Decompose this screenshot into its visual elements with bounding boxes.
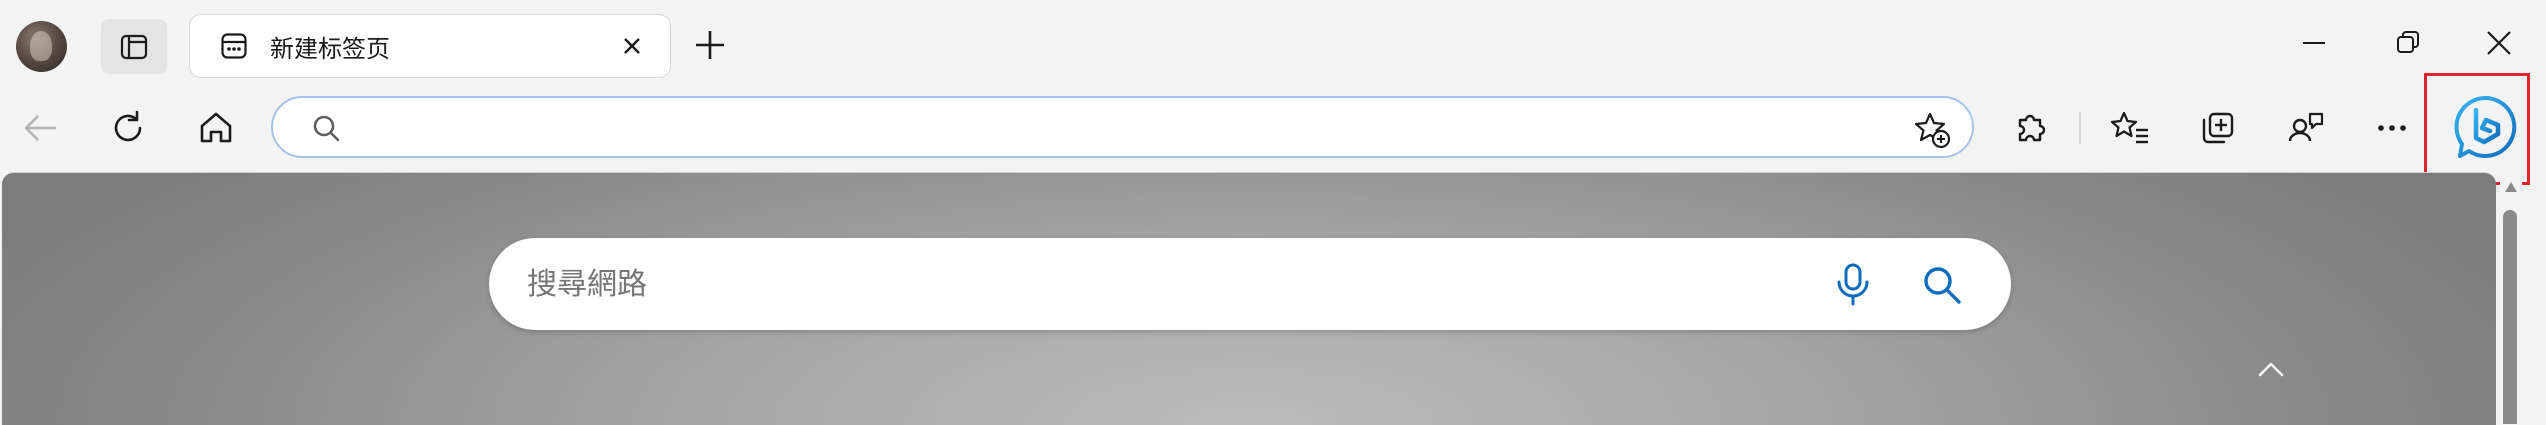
tab-new-tab[interactable]: 新建标签页	[189, 14, 671, 78]
web-search-box[interactable]	[489, 238, 2011, 330]
add-favorite-icon[interactable]	[1913, 111, 1951, 149]
profile-avatar[interactable]	[16, 21, 67, 72]
home-icon[interactable]	[196, 108, 236, 148]
minimize-icon[interactable]	[2299, 28, 2329, 58]
address-bar[interactable]	[271, 96, 1974, 158]
address-input[interactable]	[353, 106, 1857, 152]
scroll-up-arrow-icon[interactable]	[2503, 180, 2519, 194]
search-icon	[313, 115, 340, 142]
plus-icon[interactable]	[692, 27, 728, 63]
back-arrow-icon[interactable]	[20, 108, 60, 148]
collections-icon[interactable]	[2198, 108, 2238, 148]
tab-favicon-icon	[221, 33, 247, 59]
favorites-icon[interactable]	[2110, 108, 2150, 148]
profile-icon[interactable]	[2286, 108, 2326, 148]
refresh-icon[interactable]	[108, 108, 148, 148]
toolbar-divider	[2079, 112, 2081, 144]
tab-actions-icon	[120, 34, 148, 59]
tab-actions-button[interactable]	[101, 19, 167, 74]
microphone-icon[interactable]	[1833, 262, 1873, 306]
close-icon[interactable]	[622, 36, 642, 56]
more-icon[interactable]	[2372, 108, 2412, 148]
extensions-icon[interactable]	[2010, 108, 2050, 148]
close-window-icon[interactable]	[2484, 28, 2514, 58]
copilot-highlight-box	[2424, 73, 2530, 185]
search-icon[interactable]	[1921, 264, 1963, 306]
web-search-input[interactable]	[525, 258, 1729, 312]
scrollbar-thumb[interactable]	[2503, 210, 2517, 424]
new-tab-page	[2, 172, 2496, 425]
restore-icon[interactable]	[2393, 28, 2423, 58]
chevron-up-icon[interactable]	[2256, 359, 2286, 379]
tab-title: 新建标签页	[270, 35, 390, 63]
